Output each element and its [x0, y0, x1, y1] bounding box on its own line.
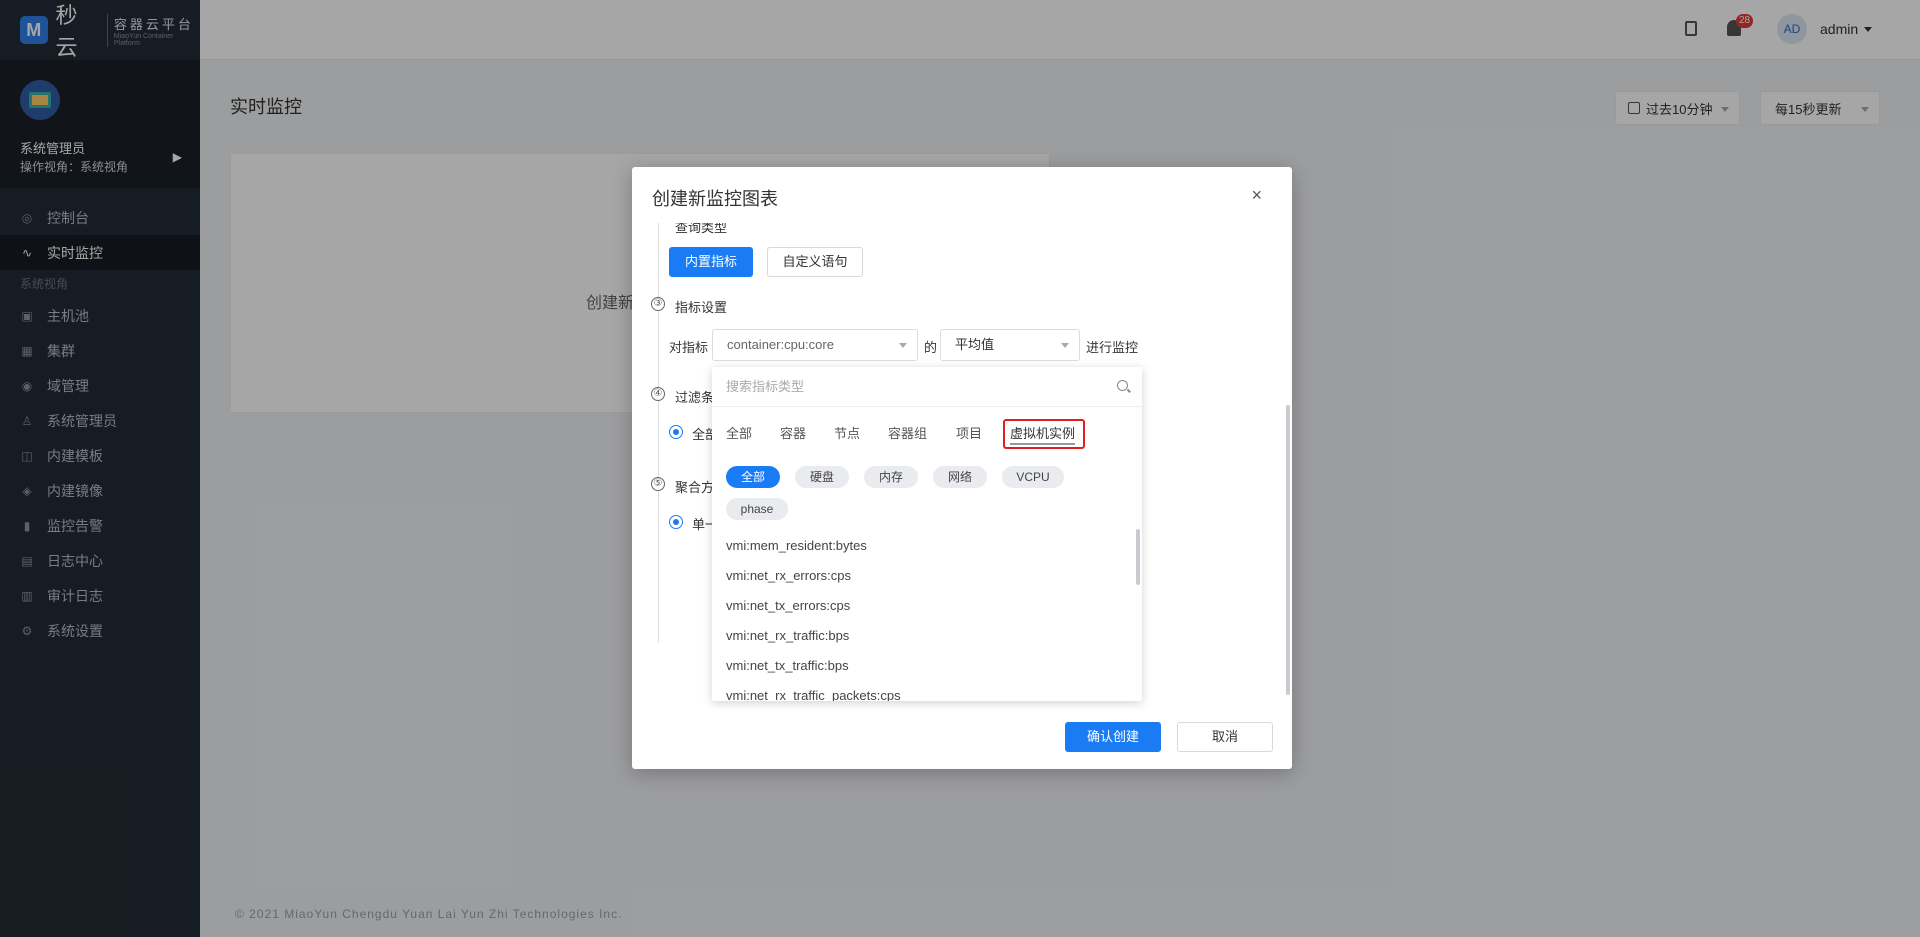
metric-list: vmi:mem_resident:bytes vmi:net_rx_errors… [712, 531, 1142, 701]
aggregation-select[interactable]: 平均值 [940, 329, 1080, 361]
chip-disk[interactable]: 硬盘 [795, 466, 849, 488]
cancel-button[interactable]: 取消 [1177, 722, 1273, 752]
step-metric-label: 指标设置 [675, 300, 728, 315]
chip-vcpu[interactable]: VCPU [1002, 466, 1064, 488]
step-number: ③ [651, 297, 665, 311]
list-item[interactable]: vmi:net_rx_traffic:bps [712, 621, 1142, 651]
list-item[interactable]: vmi:mem_resident:bytes [712, 531, 1142, 561]
step-filter-label: 过滤条 [675, 390, 715, 405]
close-icon[interactable]: × [1251, 185, 1262, 206]
modal-footer: 确认创建 取消 [632, 701, 1292, 769]
builtin-metric-button[interactable]: 内置指标 [669, 247, 753, 277]
chevron-down-icon [899, 343, 907, 348]
metric-search-input[interactable]: 搜索指标类型 [712, 367, 1142, 407]
modal-scrollbar[interactable] [1286, 405, 1290, 695]
step-line [658, 223, 659, 643]
custom-query-button[interactable]: 自定义语句 [767, 247, 863, 277]
tab-node[interactable]: 节点 [834, 423, 860, 442]
tab-container[interactable]: 容器 [780, 423, 806, 442]
highlight-box [1003, 419, 1085, 449]
step-number: ⑤ [651, 477, 665, 491]
dropdown-scrollbar[interactable] [1136, 529, 1140, 585]
chevron-down-icon [1061, 343, 1069, 348]
chip-network[interactable]: 网络 [933, 466, 987, 488]
metric-dropdown: 搜索指标类型 全部 容器 节点 容器组 项目 虚拟机实例 全部 硬盘 内存 网络… [712, 367, 1142, 701]
create-chart-modal: 创建新监控图表 × 查询类型 内置指标 自定义语句 ③ 指标设置 对指标 con… [632, 167, 1292, 769]
confirm-create-button[interactable]: 确认创建 [1065, 722, 1161, 752]
metric-select[interactable]: container:cpu:core [712, 329, 918, 361]
chip-memory[interactable]: 内存 [864, 466, 918, 488]
aggregation-value: 平均值 [955, 337, 995, 352]
chip-phase[interactable]: phase [726, 498, 788, 520]
list-item[interactable]: vmi:net_tx_errors:cps [712, 591, 1142, 621]
list-item[interactable]: vmi:net_rx_traffic_packets:cps [712, 681, 1142, 701]
step-query-type-label: 查询类型 [675, 223, 728, 235]
list-item[interactable]: vmi:net_rx_errors:cps [712, 561, 1142, 591]
filter-all-radio[interactable] [669, 425, 683, 439]
list-item[interactable]: vmi:net_tx_traffic:bps [712, 651, 1142, 681]
metric-suffix: 进行监控 [1086, 340, 1139, 355]
step-aggregate-label: 聚合方 [675, 480, 715, 495]
chip-all[interactable]: 全部 [726, 466, 780, 488]
aggregate-single-radio[interactable] [669, 515, 683, 529]
tab-all[interactable]: 全部 [726, 423, 752, 442]
step-number: ④ [651, 387, 665, 401]
metric-of-text: 的 [924, 340, 938, 355]
tab-pod[interactable]: 容器组 [888, 423, 927, 442]
tab-project[interactable]: 项目 [956, 423, 982, 442]
metric-select-value: container:cpu:core [727, 337, 834, 352]
modal-title: 创建新监控图表 [652, 189, 778, 209]
metric-prefix: 对指标 [669, 340, 709, 355]
search-icon[interactable] [1117, 380, 1128, 391]
